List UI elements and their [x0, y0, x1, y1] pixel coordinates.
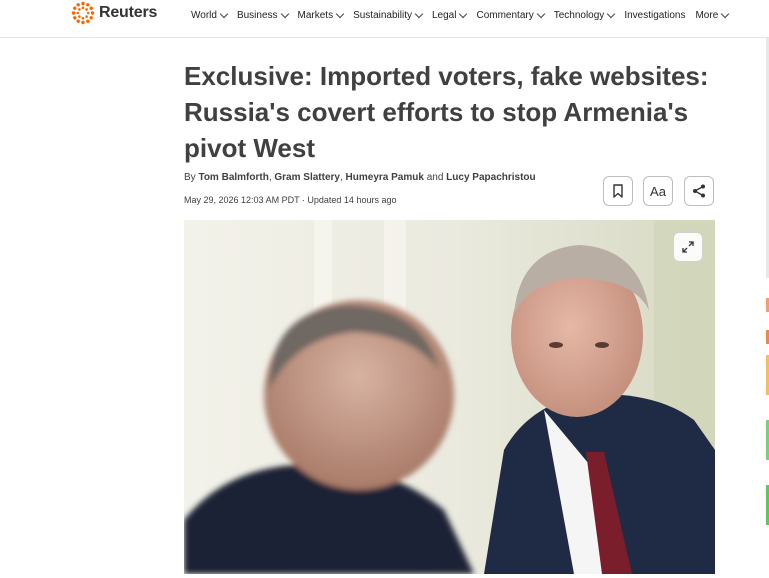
byline: By Tom Balmforth, Gram Slattery, Humeyra…: [184, 172, 536, 183]
nav-label: Commentary: [476, 9, 534, 21]
chevron-down-icon: [414, 9, 424, 18]
bookmark-icon: [613, 184, 623, 198]
main-nav: World Business Markets Sustainability Le…: [191, 8, 738, 22]
share-icon: [693, 184, 705, 198]
nav-item-technology[interactable]: Technology: [553, 9, 616, 21]
chevron-down-icon: [459, 9, 468, 18]
nav-label: More: [695, 9, 719, 21]
article-dateline: May 29, 2026 12:03 AM PDT · Updated 14 h…: [184, 195, 397, 205]
chevron-down-icon: [721, 9, 730, 18]
author-link[interactable]: Tom Balmforth: [198, 172, 268, 183]
text-size-label: Aa: [650, 183, 666, 199]
author-link[interactable]: Gram Slattery: [274, 172, 340, 183]
article-headline: Exclusive: Imported voters, fake website…: [184, 61, 709, 163]
nav-label: Investigations: [624, 9, 686, 21]
byline-prefix: By: [184, 172, 196, 183]
byline-conjunction: and: [423, 172, 447, 183]
chevron-down-icon: [280, 9, 289, 18]
nav-label: Markets: [297, 9, 334, 21]
lead-photo-image: [184, 220, 715, 574]
nav-item-investigations[interactable]: Investigations: [624, 10, 685, 21]
brand-name: Reuters: [99, 4, 158, 21]
expand-icon: [682, 241, 694, 253]
lead-photo[interactable]: [184, 220, 715, 574]
chevron-down-icon: [536, 9, 545, 18]
author-link[interactable]: Humeyra Pamuk: [346, 172, 424, 183]
nav-label: World: [191, 9, 217, 21]
reuters-logo[interactable]: Reuters: [71, 1, 158, 25]
nav-item-commentary[interactable]: Commentary: [476, 9, 545, 21]
chevron-down-icon: [219, 9, 229, 18]
expand-photo-button[interactable]: [673, 232, 703, 262]
chevron-down-icon: [607, 9, 616, 18]
nav-item-world[interactable]: World: [191, 9, 229, 21]
nav-label: Sustainability: [353, 9, 412, 21]
site-header: Reuters World Business Markets Sustainab…: [0, 0, 769, 38]
author-link[interactable]: Lucy Papachristou: [446, 172, 535, 183]
nav-label: Technology: [553, 9, 605, 21]
nav-label: Legal: [432, 9, 457, 21]
share-button[interactable]: [684, 176, 714, 206]
nav-item-business[interactable]: Business: [236, 9, 289, 21]
reuters-logo-icon: [71, 1, 95, 25]
nav-item-more[interactable]: More: [695, 9, 730, 21]
text-size-button[interactable]: Aa: [643, 176, 673, 206]
nav-label: Business: [236, 9, 278, 21]
bookmark-button[interactable]: [603, 176, 633, 206]
nav-item-sustainability[interactable]: Sustainability: [353, 9, 424, 21]
nav-item-legal[interactable]: Legal: [432, 9, 468, 21]
chevron-down-icon: [335, 9, 345, 18]
nav-item-markets[interactable]: Markets: [297, 9, 345, 21]
